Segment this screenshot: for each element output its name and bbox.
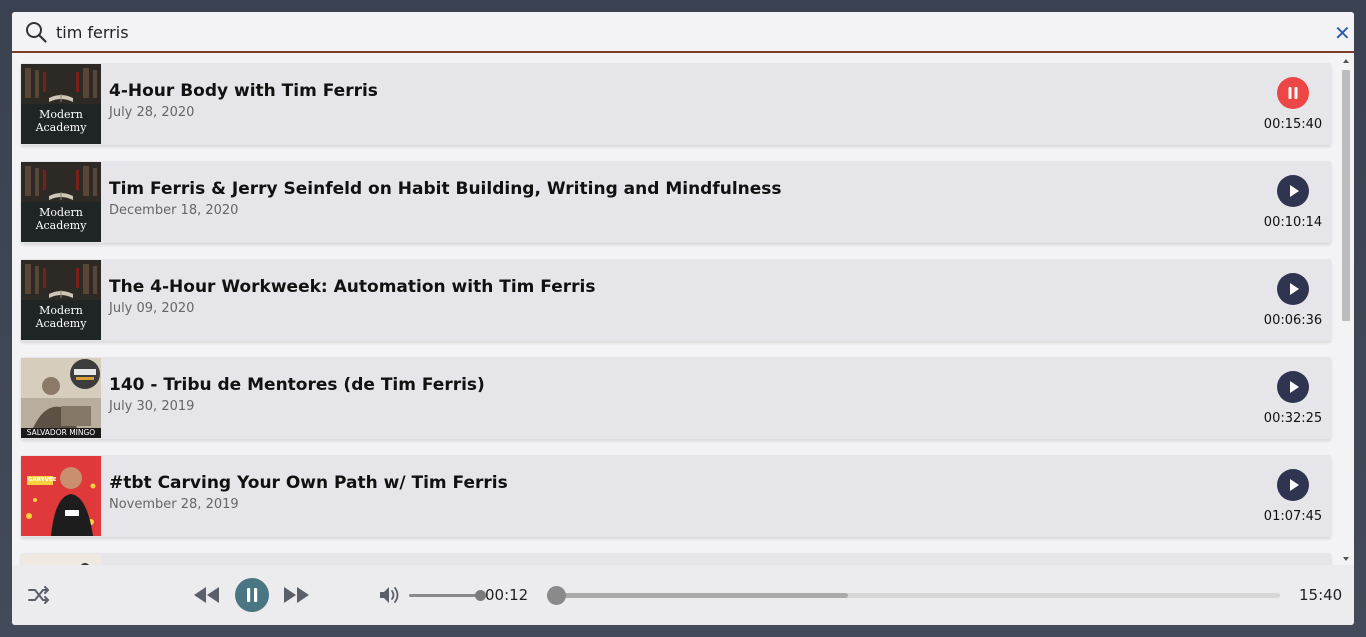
play-icon bbox=[1290, 185, 1299, 197]
volume-slider[interactable] bbox=[409, 590, 486, 601]
podcast-panel: ✕ Modern Academy 4-Hour Body with Tim Fe… bbox=[12, 12, 1354, 625]
episode-row[interactable]: Modern Academy 4-Hour Body with Tim Ferr… bbox=[21, 63, 1331, 145]
episode-duration: 00:06:36 bbox=[1263, 313, 1323, 328]
episode-row[interactable]: Modern Academy The 4-Hour Workweek: Auto… bbox=[21, 259, 1331, 341]
play-icon bbox=[1290, 479, 1299, 491]
play-icon bbox=[1290, 381, 1299, 393]
episode-row[interactable]: Modern Academy Tim Ferris & Jerry Seinfe… bbox=[21, 161, 1331, 243]
buffered-bar bbox=[547, 593, 848, 598]
pause-icon bbox=[247, 588, 258, 602]
progress-handle[interactable] bbox=[547, 586, 567, 605]
thumbnail-caption: Modern Academy bbox=[35, 108, 87, 134]
pause-icon bbox=[1288, 87, 1298, 99]
episode-duration: 00:32:25 bbox=[1263, 411, 1323, 426]
play-button[interactable] bbox=[1277, 371, 1309, 403]
close-icon[interactable]: ✕ bbox=[1334, 23, 1351, 43]
pause-button[interactable] bbox=[1277, 77, 1309, 109]
scroll-up-arrow-icon[interactable] bbox=[1342, 57, 1350, 65]
episode-duration: 00:15:40 bbox=[1263, 117, 1323, 132]
episode-row[interactable] bbox=[21, 553, 1331, 565]
episode-date: July 28, 2020 bbox=[109, 105, 195, 120]
play-button[interactable] bbox=[1277, 469, 1309, 501]
fast-forward-icon[interactable] bbox=[282, 585, 310, 605]
thumbnail-caption: Modern Academy bbox=[35, 304, 87, 330]
episode-duration: 00:10:14 bbox=[1263, 215, 1323, 230]
episode-thumbnail: GARYVEE bbox=[21, 456, 101, 536]
scroll-thumb[interactable] bbox=[1342, 70, 1350, 321]
play-button[interactable] bbox=[1277, 273, 1309, 305]
rewind-icon[interactable] bbox=[193, 585, 221, 605]
episode-thumbnail: Modern Academy bbox=[21, 162, 101, 242]
play-button[interactable] bbox=[1277, 175, 1309, 207]
episode-date: July 30, 2019 bbox=[109, 399, 195, 414]
thumbnail-caption: GARYVEE bbox=[28, 477, 57, 483]
episode-title[interactable]: #tbt Carving Your Own Path w/ Tim Ferris bbox=[109, 473, 508, 493]
episode-title[interactable]: Tim Ferris & Jerry Seinfeld on Habit Bui… bbox=[109, 179, 782, 199]
episode-duration: 01:07:45 bbox=[1263, 509, 1323, 524]
play-icon bbox=[1290, 283, 1299, 295]
thumbnail-caption: SALVADOR MINGO bbox=[26, 428, 96, 437]
search-icon bbox=[26, 22, 47, 43]
scroll-down-arrow-icon[interactable] bbox=[1342, 555, 1350, 563]
episode-row[interactable]: SALVADOR MINGO 140 - Tribu de Mentores (… bbox=[21, 357, 1331, 439]
episode-date: July 09, 2020 bbox=[109, 301, 195, 316]
progress-slider[interactable] bbox=[547, 586, 1280, 605]
volume-icon[interactable] bbox=[378, 585, 402, 605]
episode-thumbnail bbox=[21, 554, 101, 565]
thumbnail-caption: Modern Academy bbox=[35, 206, 87, 232]
episode-list: Modern Academy 4-Hour Body with Tim Ferr… bbox=[12, 55, 1354, 565]
shuffle-icon[interactable] bbox=[27, 584, 51, 606]
episode-title[interactable]: 4-Hour Body with Tim Ferris bbox=[109, 81, 378, 101]
scrollbar[interactable] bbox=[1341, 57, 1351, 565]
player-pause-button[interactable] bbox=[235, 578, 269, 612]
episode-title[interactable]: The 4-Hour Workweek: Automation with Tim… bbox=[109, 277, 595, 297]
episode-date: November 28, 2019 bbox=[109, 497, 239, 512]
current-time: 00:12 bbox=[485, 586, 529, 604]
search-input[interactable] bbox=[56, 19, 1306, 45]
episode-thumbnail: Modern Academy bbox=[21, 64, 101, 144]
volume-fill bbox=[409, 594, 481, 597]
total-time: 15:40 bbox=[1299, 586, 1343, 604]
episode-title[interactable]: 140 - Tribu de Mentores (de Tim Ferris) bbox=[109, 375, 485, 395]
episode-row[interactable]: GARYVEE #tbt Carving Your Own Path w/ Ti… bbox=[21, 455, 1331, 537]
episode-date: December 18, 2020 bbox=[109, 203, 239, 218]
episode-thumbnail: Modern Academy bbox=[21, 260, 101, 340]
search-bar: ✕ bbox=[12, 12, 1354, 53]
player-bar: 00:12 15:40 bbox=[12, 565, 1354, 625]
episode-thumbnail: SALVADOR MINGO bbox=[21, 358, 101, 438]
